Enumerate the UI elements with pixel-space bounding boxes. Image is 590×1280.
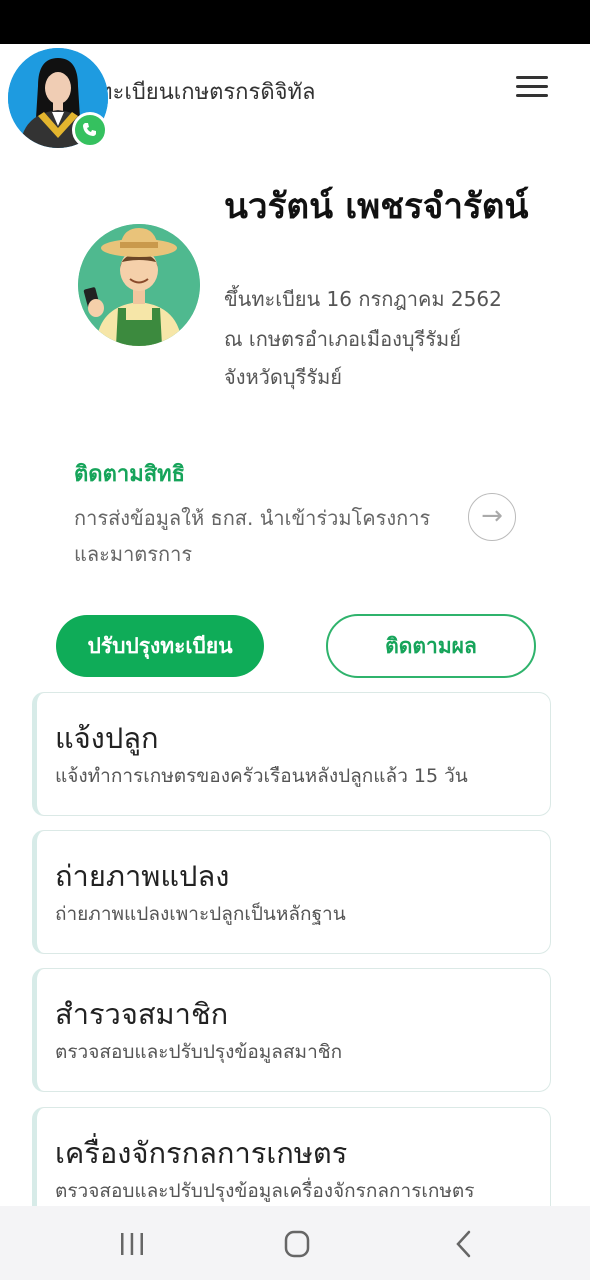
rights-title: ติดตามสิทธิ [74, 462, 186, 487]
card-title: สำรวจสมาชิก [55, 997, 229, 1031]
status-bar [0, 0, 590, 44]
card-subtitle: ถ่ายภาพแปลงเพาะปลูกเป็นหลักฐาน [55, 903, 346, 925]
registration-office: ณ เกษตรอำเภอเมืองบุรีรัมย์ [224, 327, 461, 351]
app-title: ทะเบียนเกษตรกรดิจิทัล [98, 80, 316, 105]
farmer-illustration-icon [78, 224, 200, 346]
card-subtitle: ตรวจสอบและปรับปรุงข้อมูลสมาชิก [55, 1041, 343, 1063]
home-icon[interactable] [273, 1224, 321, 1264]
rights-description: การส่งข้อมูลให้ ธกส. นำเข้าร่วมโครงการแล… [74, 506, 431, 566]
farmer-avatar [78, 224, 200, 346]
registration-province: จังหวัดบุรีรัมย์ [224, 365, 342, 389]
card-subtitle: แจ้งทำการเกษตรของครัวเรือนหลังปลูกแล้ว 1… [55, 765, 468, 787]
card-planting-report[interactable]: แจ้งปลูก แจ้งทำการเกษตรของครัวเรือนหลังป… [32, 692, 551, 816]
card-title: ถ่ายภาพแปลง [55, 859, 230, 893]
profile-name: นวรัตน์ เพชรจำรัตน์ [224, 187, 529, 227]
card-member-survey[interactable]: สำรวจสมาชิก ตรวจสอบและปรับปรุงข้อมูลสมาช… [32, 968, 551, 1092]
track-results-button[interactable]: ติดตามผล [326, 614, 536, 678]
registration-date: ขึ้นทะเบียน 16 กรกฎาคม 2562 [224, 287, 502, 311]
card-subtitle: ตรวจสอบและปรับปรุงข้อมูลเครื่องจักรกลการ… [55, 1180, 475, 1202]
card-plot-photo[interactable]: ถ่ายภาพแปลง ถ่ายภาพแปลงเพาะปลูกเป็นหลักฐ… [32, 830, 551, 954]
phone-icon[interactable] [72, 112, 108, 148]
card-title: แจ้งปลูก [55, 721, 159, 755]
hamburger-menu-icon[interactable] [512, 70, 552, 104]
card-title: เครื่องจักรกลการเกษตร [55, 1136, 348, 1170]
back-icon[interactable] [440, 1224, 488, 1264]
system-navigation-bar [0, 1206, 590, 1280]
update-registration-button[interactable]: ปรับปรุงทะเบียน [56, 615, 264, 677]
recent-apps-icon[interactable] [108, 1224, 156, 1264]
arrow-right-icon[interactable]: → [468, 493, 516, 541]
